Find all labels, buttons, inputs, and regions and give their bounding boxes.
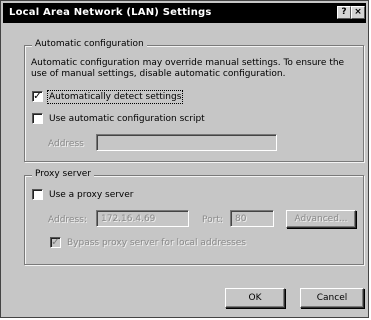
- proxy-port-field[interactable]: 80: [230, 210, 274, 227]
- proxy-port-label: Port:: [202, 215, 223, 225]
- cancel-button[interactable]: Cancel: [300, 288, 364, 308]
- proxy-address-label: Address:: [48, 215, 87, 225]
- bypass-local-label[interactable]: Bypass proxy server for local addresses: [67, 238, 246, 248]
- proxy-address-field[interactable]: 172.16.4.69: [96, 210, 189, 227]
- bypass-local-row[interactable]: ✓ Bypass proxy server for local addresse…: [50, 237, 246, 248]
- script-address-label: Address: [48, 139, 84, 149]
- use-proxy-label[interactable]: Use a proxy server: [49, 190, 134, 200]
- auto-detect-row[interactable]: ✓ Automatically detect settings: [32, 89, 184, 104]
- automatic-configuration-legend: Automatic configuration: [32, 39, 147, 49]
- close-button[interactable]: ×: [351, 6, 365, 19]
- close-icon: ×: [354, 7, 362, 17]
- lan-settings-dialog: Local Area Network (LAN) Settings ? × Au…: [0, 0, 369, 318]
- script-address-field[interactable]: [96, 134, 277, 151]
- window-title: Local Area Network (LAN) Settings: [9, 7, 212, 18]
- help-icon: ?: [341, 7, 347, 17]
- help-button[interactable]: ?: [337, 6, 351, 19]
- auto-detect-label[interactable]: Automatically detect settings: [46, 89, 184, 104]
- use-proxy-row[interactable]: Use a proxy server: [32, 189, 134, 200]
- ok-button[interactable]: OK: [225, 288, 285, 308]
- checkmark-icon: ✓: [51, 237, 60, 248]
- auto-detect-checkbox[interactable]: ✓: [32, 91, 43, 102]
- use-script-checkbox[interactable]: [32, 113, 43, 124]
- automatic-configuration-description: Automatic configuration may override man…: [31, 58, 345, 79]
- proxy-server-legend: Proxy server: [32, 169, 95, 179]
- checkmark-icon: ✓: [33, 91, 42, 102]
- use-proxy-checkbox[interactable]: [32, 189, 43, 200]
- bypass-local-checkbox[interactable]: ✓: [50, 237, 61, 248]
- use-script-label[interactable]: Use automatic configuration script: [49, 114, 205, 124]
- advanced-button[interactable]: Advanced...: [286, 210, 356, 228]
- title-bar[interactable]: Local Area Network (LAN) Settings ? ×: [3, 3, 366, 23]
- use-script-row[interactable]: Use automatic configuration script: [32, 113, 205, 124]
